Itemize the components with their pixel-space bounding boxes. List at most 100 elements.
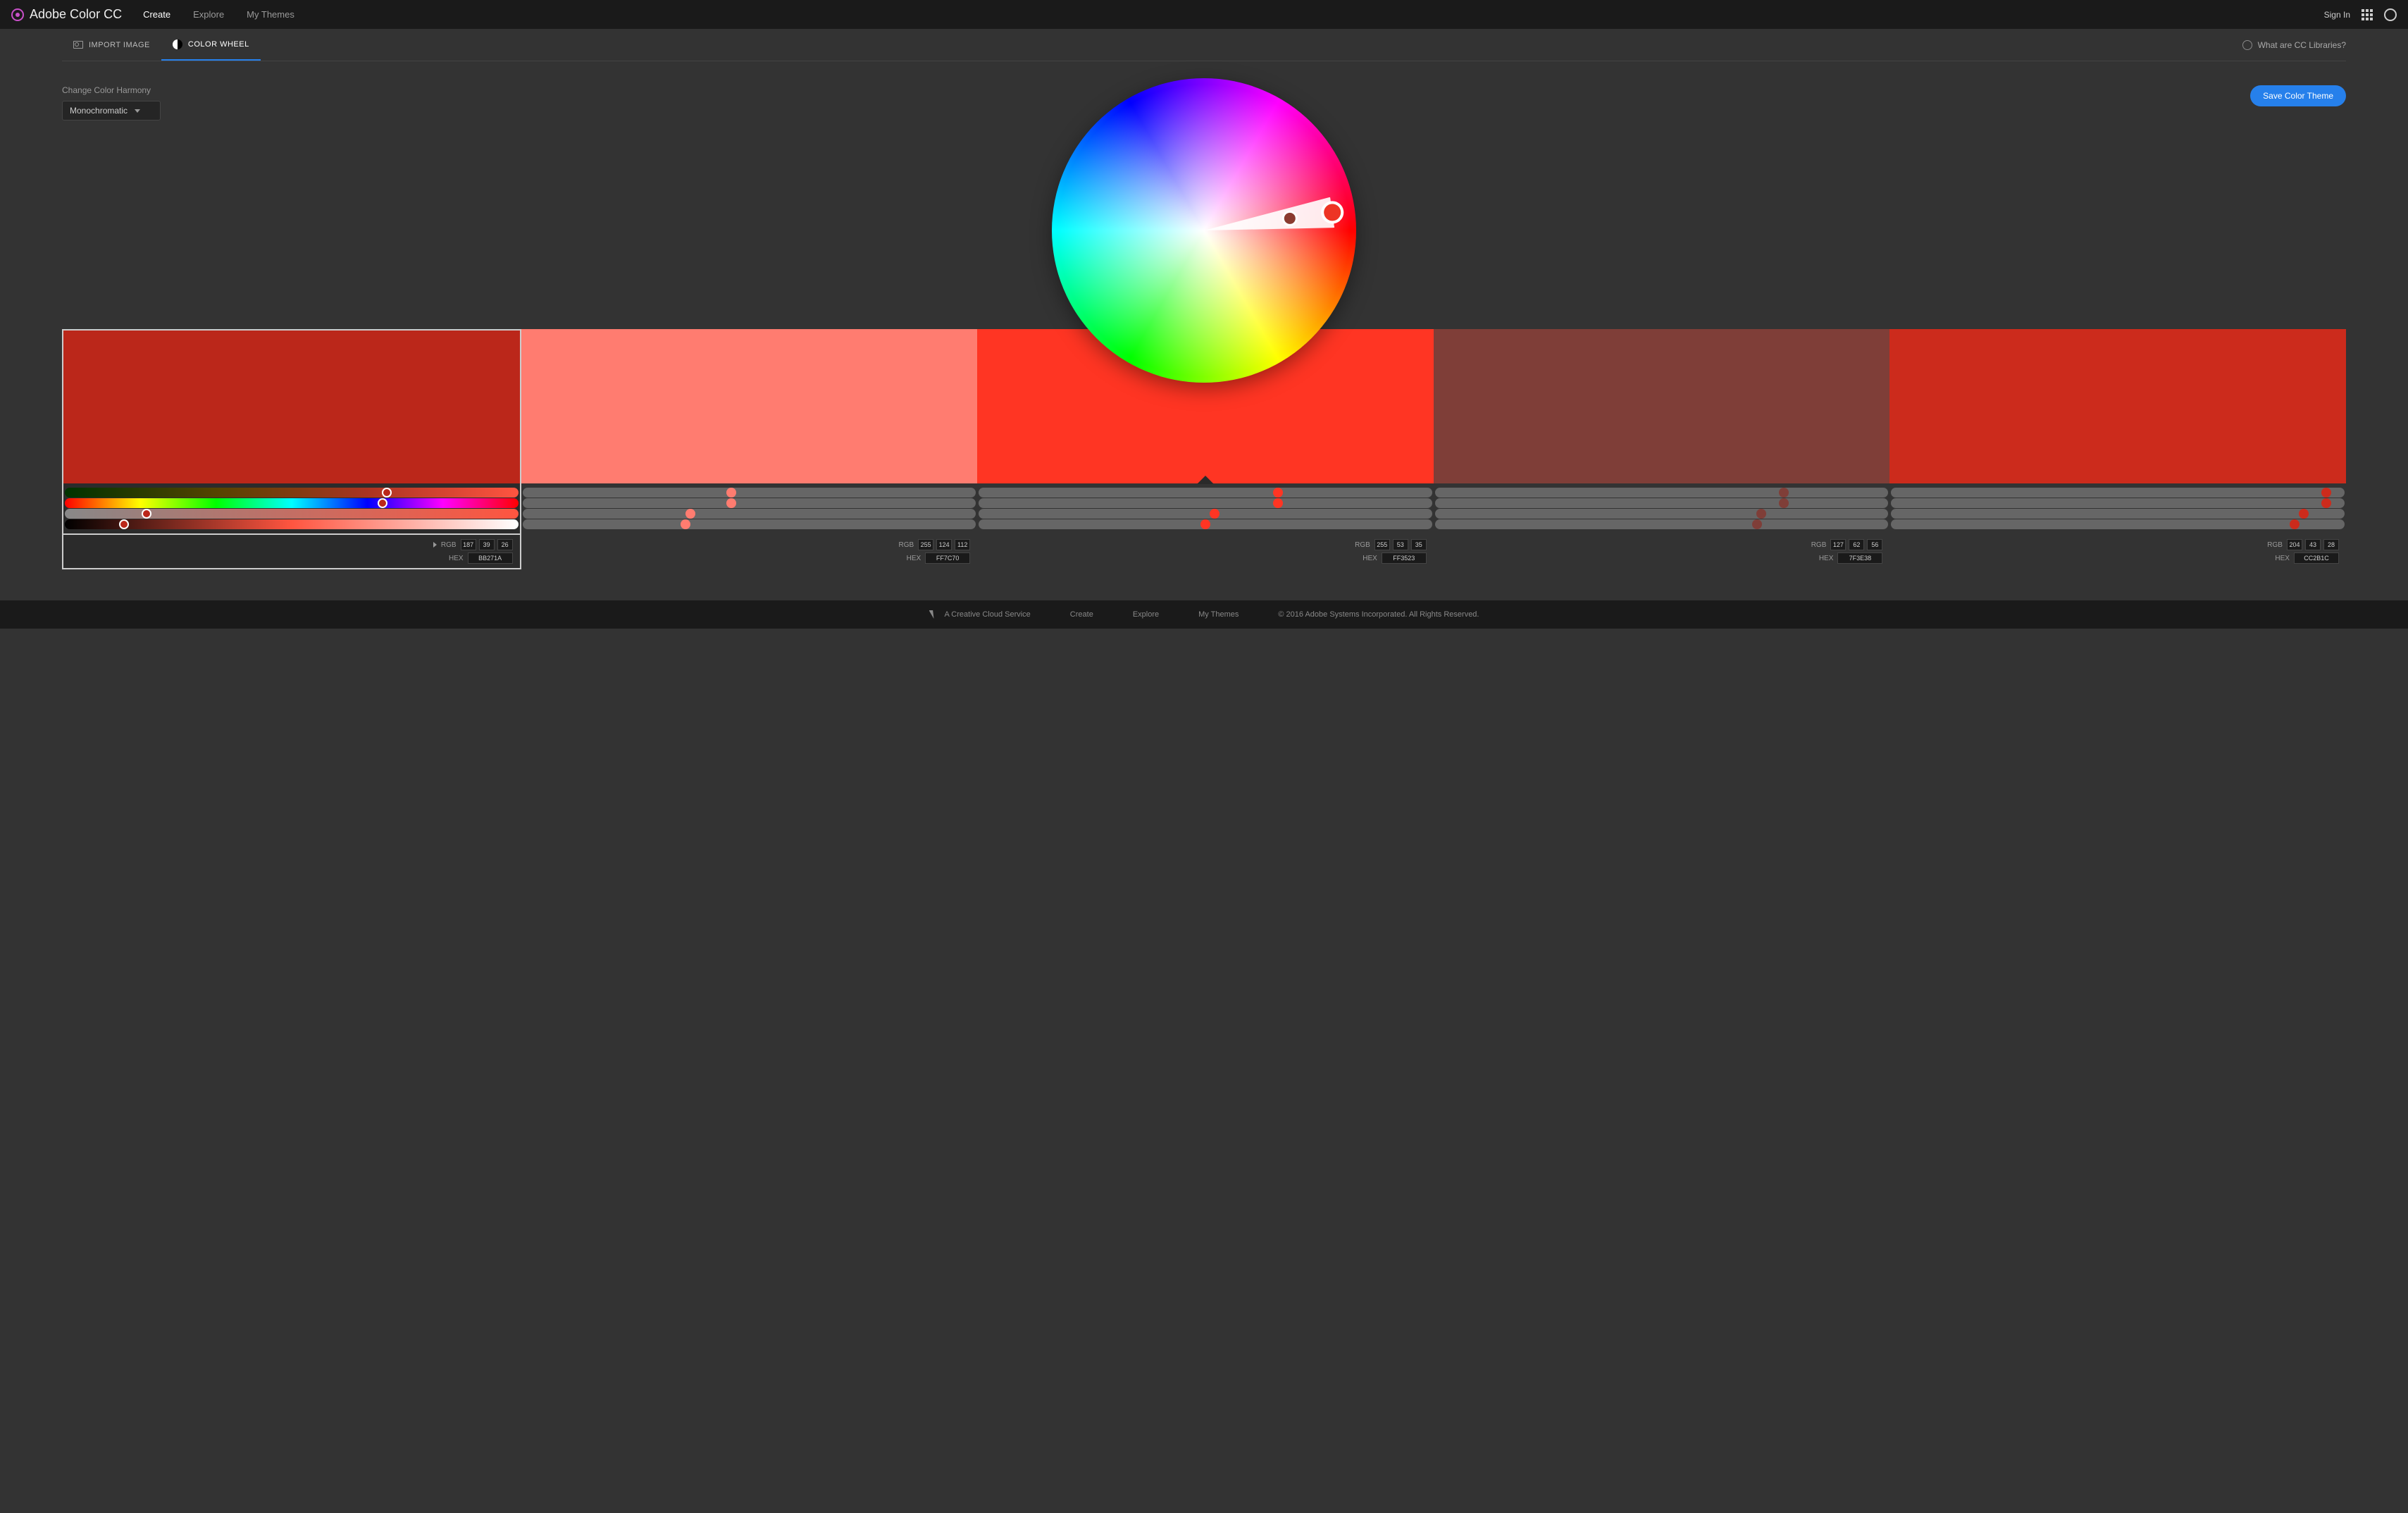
color-wheel-arm[interactable] — [1202, 197, 1334, 246]
slider-light[interactable] — [65, 519, 519, 529]
tab-import-image[interactable]: IMPORT IMAGE — [62, 29, 161, 61]
swatch-4[interactable] — [1889, 329, 2346, 483]
slider-thumb[interactable] — [2290, 519, 2300, 529]
slider-thumb[interactable] — [1756, 509, 1766, 519]
value-group-0: RGB1873926HEXBB271A — [62, 535, 521, 569]
rgb-value[interactable]: 255 — [918, 539, 933, 550]
rgb-value[interactable]: 53 — [1393, 539, 1408, 550]
app-title: Adobe Color CC — [30, 7, 122, 22]
rgb-value[interactable]: 28 — [2323, 539, 2339, 550]
slider-extra[interactable] — [65, 488, 519, 498]
slider-thumb[interactable] — [1273, 498, 1283, 508]
slider-sat[interactable] — [65, 509, 519, 519]
rgb-value[interactable]: 255 — [1374, 539, 1390, 550]
footer-copyright: © 2016 Adobe Systems Incorporated. All R… — [1278, 610, 1479, 619]
slider-light[interactable] — [523, 519, 976, 529]
nav-explore[interactable]: Explore — [193, 9, 224, 20]
rgb-value[interactable]: 204 — [2287, 539, 2302, 550]
rgb-value[interactable]: 62 — [1849, 539, 1864, 550]
nav-create[interactable]: Create — [143, 9, 170, 20]
harmony-label: Change Color Harmony — [62, 85, 161, 95]
caret-right-icon[interactable] — [433, 542, 437, 548]
rgb-value[interactable]: 39 — [479, 539, 495, 550]
slider-thumb[interactable] — [2299, 509, 2309, 519]
slider-thumb[interactable] — [1210, 509, 1219, 519]
rgb-value[interactable]: 127 — [1830, 539, 1846, 550]
hex-label: HEX — [2275, 555, 2290, 562]
slider-hue[interactable] — [523, 498, 976, 508]
slider-thumb[interactable] — [726, 488, 736, 498]
harmony-select[interactable]: Monochromatic — [62, 101, 161, 121]
color-wheel-disc[interactable] — [1052, 78, 1356, 383]
slider-hue[interactable] — [1435, 498, 1889, 508]
hex-label: HEX — [1363, 555, 1377, 562]
slider-thumb[interactable] — [685, 509, 695, 519]
slider-sat[interactable] — [1435, 509, 1889, 519]
slider-light[interactable] — [1891, 519, 2345, 529]
main-area: Change Color Harmony Monochromatic Save … — [62, 85, 2346, 569]
wheel-handle-inner[interactable] — [1281, 209, 1298, 227]
slider-extra[interactable] — [1891, 488, 2345, 498]
slider-thumb[interactable] — [681, 519, 690, 529]
hex-value[interactable]: 7F3E38 — [1837, 552, 1882, 564]
signin-link[interactable]: Sign In — [2324, 10, 2350, 20]
slider-panel-2 — [977, 483, 1434, 535]
slider-thumb[interactable] — [1200, 519, 1210, 529]
slider-thumb[interactable] — [1779, 488, 1789, 498]
rgb-value[interactable]: 35 — [1411, 539, 1427, 550]
rgb-value[interactable]: 26 — [497, 539, 513, 550]
footer-my-themes[interactable]: My Themes — [1198, 610, 1239, 619]
rgb-value[interactable]: 124 — [936, 539, 952, 550]
color-wheel-widget[interactable] — [1052, 78, 1356, 383]
slider-sat[interactable] — [523, 509, 976, 519]
hex-value[interactable]: FF7C70 — [925, 552, 970, 564]
creative-cloud-icon[interactable] — [2384, 8, 2397, 21]
hex-value[interactable]: FF3523 — [1382, 552, 1427, 564]
swatch-3[interactable] — [1434, 329, 1890, 483]
slider-thumb[interactable] — [2321, 498, 2331, 508]
nav-my-themes[interactable]: My Themes — [247, 9, 294, 20]
cc-libraries-link[interactable]: What are CC Libraries? — [2242, 40, 2346, 50]
slider-hue[interactable] — [65, 498, 519, 508]
slider-hue[interactable] — [979, 498, 1432, 508]
slider-extra[interactable] — [523, 488, 976, 498]
rgb-label: RGB — [1811, 541, 1827, 549]
slider-thumb[interactable] — [1779, 498, 1789, 508]
slider-thumb[interactable] — [2321, 488, 2331, 498]
rgb-value[interactable]: 56 — [1867, 539, 1882, 550]
value-group-1: RGB255124112HEXFF7C70 — [521, 535, 978, 569]
slider-thumb[interactable] — [382, 488, 392, 498]
value-group-2: RGB2555335HEXFF3523 — [977, 535, 1434, 569]
swatch-1[interactable] — [521, 329, 978, 483]
slider-thumb[interactable] — [1273, 488, 1283, 498]
footer-create[interactable]: Create — [1070, 610, 1093, 619]
slider-panels — [62, 483, 2346, 535]
swatch-0[interactable] — [62, 329, 521, 483]
slider-thumb[interactable] — [142, 509, 151, 519]
tab-color-wheel[interactable]: COLOR WHEEL — [161, 29, 261, 61]
save-theme-button[interactable]: Save Color Theme — [2250, 85, 2346, 106]
rgb-value[interactable]: 112 — [955, 539, 970, 550]
slider-extra[interactable] — [979, 488, 1432, 498]
footer-explore[interactable]: Explore — [1133, 610, 1159, 619]
subnav: IMPORT IMAGE COLOR WHEEL What are CC Lib… — [62, 29, 2346, 61]
adobe-icon — [929, 610, 939, 619]
hex-value[interactable]: BB271A — [468, 552, 513, 564]
slider-extra[interactable] — [1435, 488, 1889, 498]
slider-thumb[interactable] — [726, 498, 736, 508]
apps-grid-icon[interactable] — [2362, 9, 2373, 20]
slider-thumb[interactable] — [1752, 519, 1762, 529]
slider-light[interactable] — [1435, 519, 1889, 529]
slider-panel-3 — [1434, 483, 1890, 535]
slider-sat[interactable] — [979, 509, 1432, 519]
slider-sat[interactable] — [1891, 509, 2345, 519]
rgb-value[interactable]: 187 — [461, 539, 476, 550]
wheel-handle-outer[interactable] — [1320, 199, 1345, 225]
slider-hue[interactable] — [1891, 498, 2345, 508]
slider-thumb[interactable] — [378, 498, 387, 508]
rgb-label: RGB — [441, 541, 457, 549]
slider-light[interactable] — [979, 519, 1432, 529]
rgb-value[interactable]: 43 — [2305, 539, 2321, 550]
hex-value[interactable]: CC2B1C — [2294, 552, 2339, 564]
slider-thumb[interactable] — [119, 519, 129, 529]
